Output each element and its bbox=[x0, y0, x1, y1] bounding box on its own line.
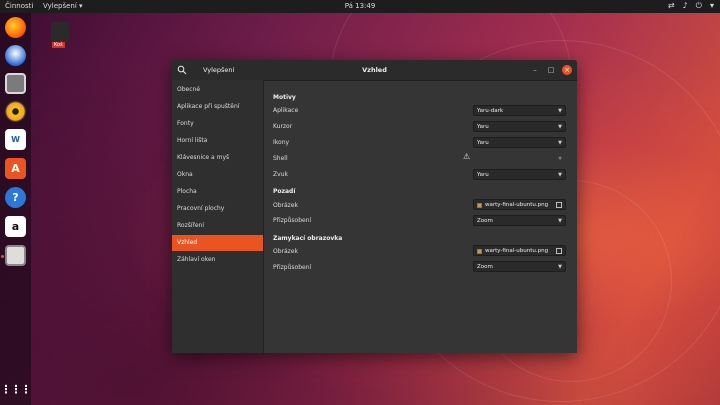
folder-icon bbox=[556, 248, 562, 254]
combo-value: Yaru bbox=[477, 124, 489, 130]
firefox-icon[interactable] bbox=[5, 17, 26, 38]
row-label: Zvuk bbox=[273, 171, 288, 178]
row-label: Obrázek bbox=[273, 248, 298, 255]
grid-icon[interactable]: ⋮⋮⋮ bbox=[1, 379, 32, 400]
combo-value: Yaru-dark bbox=[477, 108, 504, 114]
close-icon[interactable]: × bbox=[562, 65, 572, 75]
row-label: Aplikace bbox=[273, 107, 299, 114]
combo-value: Zoom bbox=[477, 218, 493, 224]
combo-value: Yaru bbox=[477, 140, 489, 146]
cursor-theme-combo[interactable]: Yaru ▼ bbox=[473, 121, 566, 132]
top-bar: Činnosti Vylepšení ▾ Pá 13:49 ⇄ ♪ ⏻ ▾ bbox=[0, 0, 720, 13]
file-name: warty-final-ubuntu.png bbox=[485, 248, 549, 254]
background-image-button[interactable]: warty-final-ubuntu.png bbox=[473, 199, 566, 210]
files-icon[interactable] bbox=[5, 73, 26, 94]
file-name: warty-final-ubuntu.png bbox=[485, 202, 549, 208]
chevron-down-icon: ▼ bbox=[558, 124, 562, 130]
window-title: Vzhled bbox=[362, 66, 387, 74]
thunderbird-icon[interactable] bbox=[5, 45, 26, 66]
running-indicator bbox=[1, 255, 4, 258]
writer-icon[interactable]: W bbox=[5, 129, 26, 150]
minimize-icon[interactable]: – bbox=[530, 65, 540, 75]
sidebar-item-klavesnice[interactable]: Klávesnice a myš bbox=[172, 150, 263, 166]
rhythmbox-icon[interactable] bbox=[5, 101, 26, 122]
chevron-down-icon: ▼ bbox=[558, 264, 562, 270]
trash-label: Koš bbox=[52, 42, 65, 48]
row-label: Přizpůsobení bbox=[273, 264, 312, 271]
section-title: Zamykací obrazovka bbox=[273, 235, 343, 242]
row-label: Shell bbox=[273, 155, 288, 162]
sound-theme-combo[interactable]: Yaru ▼ bbox=[473, 169, 566, 180]
section-title: Pozadí bbox=[273, 188, 296, 195]
row-label: Přizpůsobení bbox=[273, 217, 312, 224]
lockscreen-image-button[interactable]: warty-final-ubuntu.png bbox=[473, 245, 566, 256]
background-fit-combo[interactable]: Zoom ▼ bbox=[473, 215, 566, 226]
sidebar-item-vzhled[interactable]: Vzhled bbox=[172, 235, 263, 251]
tweaks-icon[interactable] bbox=[5, 245, 26, 266]
icons-theme-combo[interactable]: Yaru ▼ bbox=[473, 137, 566, 148]
warning-icon: ⚠ bbox=[463, 152, 471, 161]
header-bar: Vylepšení Vzhled – □ × bbox=[172, 60, 577, 81]
sidebar-item-rozsireni[interactable]: Rozšíření bbox=[172, 218, 263, 234]
tweaks-window: Vylepšení Vzhled – □ × Obecné Aplikace p… bbox=[172, 60, 577, 353]
sidebar-item-aplikace[interactable]: Aplikace při spuštění bbox=[172, 99, 263, 115]
volume-icon: ♪ bbox=[682, 1, 688, 10]
amazon-icon[interactable]: a bbox=[5, 216, 26, 237]
chevron-down-icon: ▼ bbox=[558, 218, 562, 224]
clock[interactable]: Pá 13:49 bbox=[345, 2, 376, 10]
maximize-icon[interactable]: □ bbox=[546, 65, 556, 75]
chevron-down-icon: ▼ bbox=[558, 140, 562, 146]
sidebar-item-zahlavi[interactable]: Záhlaví oken bbox=[172, 252, 263, 268]
image-icon bbox=[477, 203, 482, 208]
image-icon bbox=[477, 249, 482, 254]
chevron-down-icon: ▼ bbox=[558, 108, 562, 114]
chevron-down-icon: ▾ bbox=[709, 1, 714, 10]
sidebar-item-fonty[interactable]: Fonty bbox=[172, 116, 263, 132]
folder-icon bbox=[556, 202, 562, 208]
combo-value: Zoom bbox=[477, 264, 493, 270]
trash-icon[interactable] bbox=[51, 22, 69, 42]
dock: W A ? a ⋮⋮⋮ bbox=[0, 13, 32, 405]
section-title: Motivy bbox=[273, 94, 296, 101]
shell-theme-combo[interactable]: ▼ bbox=[473, 153, 566, 164]
sidebar-item-horni-lista[interactable]: Horní lišta bbox=[172, 133, 263, 149]
applications-theme-combo[interactable]: Yaru-dark ▼ bbox=[473, 105, 566, 116]
combo-value: Yaru bbox=[477, 172, 489, 178]
chevron-down-icon: ▼ bbox=[558, 172, 562, 178]
row-label: Ikony bbox=[273, 139, 290, 146]
sidebar-item-obecne[interactable]: Obecné bbox=[172, 82, 263, 98]
software-center-icon[interactable]: A bbox=[5, 158, 26, 179]
sidebar-item-pracovni-plochy[interactable]: Pracovní plochy bbox=[172, 201, 263, 217]
appearance-panel: Motivy Aplikace Yaru-dark ▼ Kurzor Yaru … bbox=[264, 80, 577, 353]
network-icon: ⇄ bbox=[667, 1, 675, 10]
sidebar: Obecné Aplikace při spuštění Fonty Horní… bbox=[172, 80, 264, 353]
row-label: Kurzor bbox=[273, 123, 293, 130]
sidebar-item-okna[interactable]: Okna bbox=[172, 167, 263, 183]
help-icon[interactable]: ? bbox=[5, 187, 26, 208]
lockscreen-fit-combo[interactable]: Zoom ▼ bbox=[473, 261, 566, 272]
chevron-down-icon: ▼ bbox=[558, 156, 562, 162]
system-tray[interactable]: ⇄ ♪ ⏻ ▾ bbox=[668, 1, 714, 11]
power-icon: ⏻ bbox=[695, 1, 702, 10]
row-label: Obrázek bbox=[273, 202, 298, 209]
sidebar-item-plocha[interactable]: Plocha bbox=[172, 184, 263, 200]
